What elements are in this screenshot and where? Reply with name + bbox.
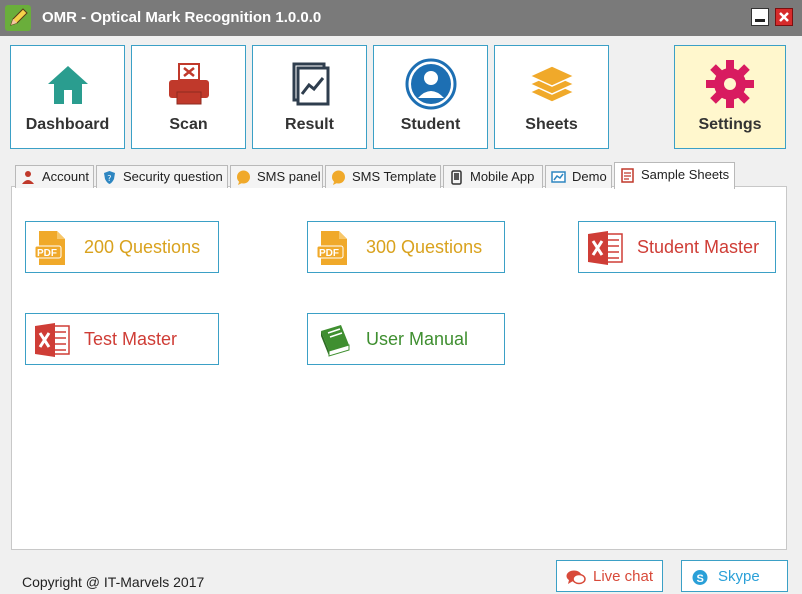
skype-label: Skype	[718, 568, 760, 585]
student-master-label: Student Master	[637, 237, 760, 257]
gear-icon	[704, 58, 756, 110]
student-label: Student	[400, 116, 461, 133]
tab-sms-panel-label: SMS panel	[257, 169, 321, 184]
printer-icon	[163, 58, 215, 110]
tab-sample-sheets-label: Sample Sheets	[641, 167, 730, 182]
user-manual-button[interactable]: User Manual	[307, 313, 505, 365]
sms-icon	[331, 170, 346, 185]
excel-icon	[586, 229, 624, 267]
tab-sms-template-label: SMS Template	[352, 169, 437, 184]
settings-button[interactable]: Settings	[674, 45, 786, 149]
minimize-icon[interactable]	[751, 8, 769, 26]
tab-account-label: Account	[42, 169, 89, 184]
skype-button[interactable]: S Skype	[681, 560, 788, 592]
scan-button[interactable]: Scan	[131, 45, 246, 149]
svg-text:?: ?	[107, 174, 111, 183]
scan-label: Scan	[169, 116, 208, 133]
tab-sms-panel[interactable]: SMS panel	[230, 165, 323, 188]
svg-text:PDF: PDF	[37, 248, 57, 259]
result-button[interactable]: Result	[252, 45, 367, 149]
live-chat-label: Live chat	[593, 568, 654, 585]
shield-icon: ?	[102, 170, 117, 185]
tab-demo[interactable]: Demo	[545, 165, 612, 188]
user-icon	[405, 58, 457, 110]
account-icon	[21, 170, 36, 185]
tab-security-question-label: Security question	[123, 169, 223, 184]
300-questions-button[interactable]: PDF 300 Questions	[307, 221, 505, 273]
sheets-label: Sheets	[525, 116, 578, 133]
user-manual-label: User Manual	[366, 329, 469, 349]
settings-label: Settings	[698, 116, 762, 133]
mobile-icon	[449, 170, 464, 185]
close-icon[interactable]	[775, 8, 793, 26]
svg-text:PDF: PDF	[319, 248, 339, 259]
dashboard-button[interactable]: Dashboard	[10, 45, 125, 149]
200-questions-button[interactable]: PDF 200 Questions	[25, 221, 219, 273]
test-master-button[interactable]: Test Master	[25, 313, 219, 365]
layers-icon	[526, 58, 578, 110]
window-title: OMR - Optical Mark Recognition 1.0.0.0	[42, 9, 322, 26]
excel-icon	[33, 321, 71, 359]
tab-sample-sheets[interactable]: Sample Sheets	[614, 162, 735, 189]
pdf-icon: PDF	[315, 229, 353, 267]
pdf-icon: PDF	[33, 229, 71, 267]
demo-icon	[551, 170, 566, 185]
svg-text:S: S	[697, 573, 704, 585]
book-icon	[315, 321, 353, 359]
test-master-label: Test Master	[84, 329, 178, 349]
tab-demo-label: Demo	[572, 169, 607, 184]
200-questions-label: 200 Questions	[84, 237, 201, 257]
sms-icon	[236, 170, 251, 185]
home-icon	[42, 58, 94, 110]
skype-icon: S	[691, 569, 711, 586]
tab-mobile-app[interactable]: Mobile App	[443, 165, 543, 188]
student-master-button[interactable]: Student Master	[578, 221, 776, 273]
copyright-text: Copyright @ IT-Marvels 2017	[22, 574, 205, 590]
tab-sms-template[interactable]: SMS Template	[325, 165, 441, 188]
chart-icon	[284, 58, 336, 110]
tab-account[interactable]: Account	[15, 165, 94, 188]
student-button[interactable]: Student	[373, 45, 488, 149]
dashboard-label: Dashboard	[25, 116, 110, 133]
chat-bubble-icon	[566, 569, 586, 586]
tab-security-question[interactable]: ? Security question	[96, 165, 228, 188]
title-bar: OMR - Optical Mark Recognition 1.0.0.0	[0, 0, 802, 36]
result-label: Result	[285, 116, 334, 133]
pencil-icon	[5, 5, 31, 31]
300-questions-label: 300 Questions	[366, 237, 483, 257]
tab-mobile-app-label: Mobile App	[470, 169, 535, 184]
document-icon	[620, 167, 635, 183]
sheets-button[interactable]: Sheets	[494, 45, 609, 149]
live-chat-button[interactable]: Live chat	[556, 560, 663, 592]
